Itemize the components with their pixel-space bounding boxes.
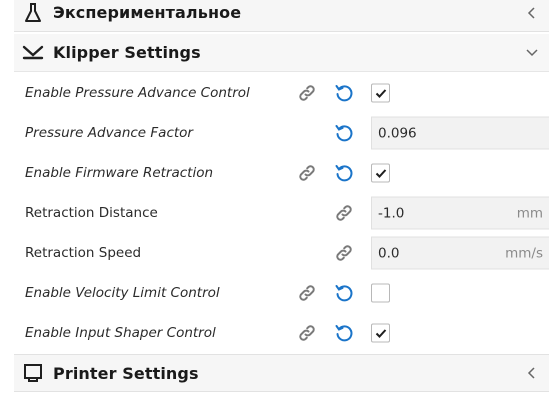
link-icon[interactable] [296, 282, 318, 304]
field-value: -1.0 [378, 205, 405, 221]
category-label: Экспериментальное [53, 3, 242, 22]
setting-row-retraction-speed: Retraction Speed 0.0 mm/s [0, 233, 549, 273]
category-label: Printer Settings [53, 363, 199, 383]
chevron-down-icon[interactable] [525, 46, 539, 60]
setting-label: Enable Pressure Advance Control [25, 85, 250, 101]
setting-label: Retraction Distance [25, 205, 158, 221]
category-label: Klipper Settings [53, 43, 201, 62]
setting-row-firmware-retraction-enable: Enable Firmware Retraction [0, 153, 549, 193]
link-icon[interactable] [296, 322, 318, 344]
setting-row-input-shaper-enable: Enable Input Shaper Control [0, 313, 549, 353]
field-value: 0.096 [378, 125, 417, 141]
enable-pressure-advance-checkbox[interactable] [371, 83, 390, 103]
flask-icon [22, 2, 44, 24]
field-unit: mm [516, 205, 543, 221]
reset-icon[interactable] [333, 282, 355, 304]
setting-row-pressure-advance-factor: Pressure Advance Factor 0.096 [0, 113, 549, 153]
link-icon[interactable] [296, 162, 318, 184]
setting-row-velocity-limit-enable: Enable Velocity Limit Control [0, 273, 549, 313]
pressure-advance-factor-input[interactable]: 0.096 [371, 116, 549, 150]
setting-row-pressure-advance-enable: Enable Pressure Advance Control [0, 73, 549, 113]
reset-icon[interactable] [333, 322, 355, 344]
setting-row-retraction-distance: Retraction Distance -1.0 mm [0, 193, 549, 233]
retraction-speed-input[interactable]: 0.0 mm/s [371, 236, 549, 270]
print-settings-panel: Экспериментальное Klipper Settings Enabl… [0, 0, 549, 403]
field-value: 0.0 [378, 245, 400, 261]
printer-icon [22, 362, 44, 384]
field-unit: mm/s [505, 245, 543, 261]
category-experimental[interactable]: Экспериментальное [14, 0, 549, 32]
link-icon[interactable] [333, 202, 355, 224]
chevron-left-icon[interactable] [525, 6, 539, 20]
setting-label: Pressure Advance Factor [25, 125, 193, 141]
retraction-distance-input[interactable]: -1.0 mm [371, 196, 549, 230]
enable-velocity-limit-checkbox[interactable] [371, 283, 390, 303]
category-printer-settings[interactable]: Printer Settings [14, 354, 549, 392]
setting-label: Enable Input Shaper Control [25, 325, 216, 341]
link-icon[interactable] [296, 82, 318, 104]
category-klipper-settings[interactable]: Klipper Settings [14, 34, 549, 72]
reset-icon[interactable] [333, 122, 355, 144]
setting-label: Retraction Speed [25, 245, 142, 261]
chevron-left-icon[interactable] [525, 366, 539, 380]
reset-icon[interactable] [333, 82, 355, 104]
enable-firmware-retraction-checkbox[interactable] [371, 163, 390, 183]
enable-input-shaper-checkbox[interactable] [371, 323, 390, 343]
klipper-logo-icon [22, 42, 44, 64]
reset-icon[interactable] [333, 162, 355, 184]
setting-label: Enable Velocity Limit Control [25, 285, 220, 301]
link-icon[interactable] [333, 242, 355, 264]
setting-label: Enable Firmware Retraction [25, 165, 214, 181]
